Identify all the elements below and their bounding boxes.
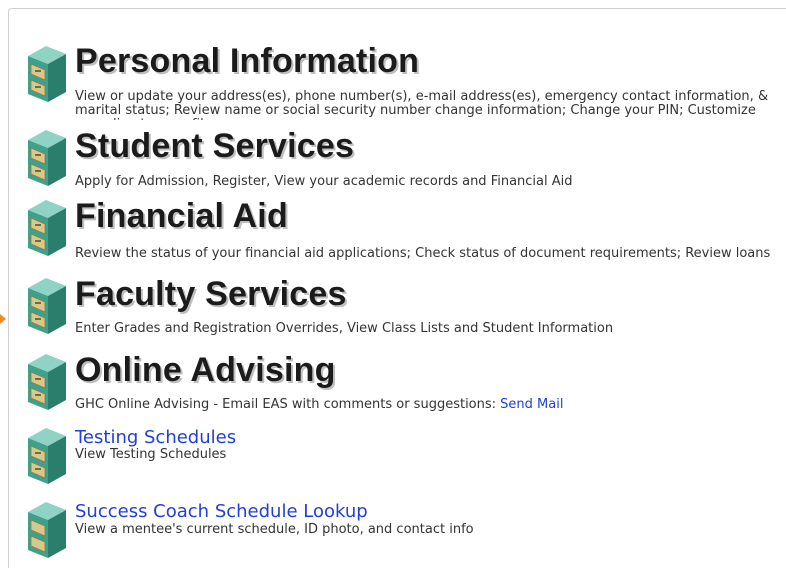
- main-menu: Personal Information View or update your…: [0, 0, 786, 558]
- testing-schedules-link[interactable]: Testing Schedules: [75, 428, 236, 448]
- menu-item-student-services[interactable]: Student Services Apply for Admission, Re…: [0, 124, 786, 194]
- menu-item-faculty-services[interactable]: Faculty Services Enter Grades and Regist…: [0, 272, 786, 342]
- file-cabinet-icon: [28, 428, 66, 484]
- menu-item-testing-schedules[interactable]: Testing Schedules View Testing Schedules: [0, 422, 786, 492]
- online-advising-heading[interactable]: Online Advising: [75, 350, 336, 390]
- file-cabinet-icon: [28, 278, 66, 334]
- financial-aid-description: Review the status of your financial aid …: [75, 247, 771, 261]
- success-coach-lookup-link[interactable]: Success Coach Schedule Lookup: [75, 502, 368, 522]
- menu-item-financial-aid[interactable]: Financial Aid Review the status of your …: [0, 194, 786, 264]
- student-services-heading[interactable]: Student Services: [75, 126, 354, 166]
- file-cabinet-icon: [28, 130, 66, 186]
- file-cabinet-icon: [28, 46, 66, 102]
- file-cabinet-icon: [28, 200, 66, 256]
- send-mail-link[interactable]: Send Mail: [500, 398, 563, 412]
- success-coach-lookup-description: View a mentee's current schedule, ID pho…: [75, 523, 474, 537]
- faculty-services-description: Enter Grades and Registration Overrides,…: [75, 322, 614, 336]
- menu-item-online-advising[interactable]: Online Advising GHC Online Advising - Em…: [0, 348, 786, 418]
- financial-aid-heading[interactable]: Financial Aid: [75, 196, 288, 236]
- faculty-services-heading[interactable]: Faculty Services: [75, 274, 347, 314]
- menu-item-personal-information[interactable]: Personal Information View or update your…: [0, 36, 786, 126]
- student-services-description: Apply for Admission, Register, View your…: [75, 175, 573, 189]
- file-cabinet-icon: [28, 502, 66, 558]
- menu-item-success-coach-lookup[interactable]: Success Coach Schedule Lookup View a men…: [0, 494, 786, 558]
- personal-information-heading[interactable]: Personal Information: [75, 41, 419, 81]
- online-advising-description: GHC Online Advising - Email EAS with com…: [75, 398, 786, 412]
- online-advising-text: GHC Online Advising - Email EAS with com…: [75, 398, 497, 412]
- file-cabinet-icon: [28, 354, 66, 410]
- testing-schedules-description: View Testing Schedules: [75, 448, 227, 462]
- personal-information-description: View or update your address(es), phone n…: [75, 90, 769, 120]
